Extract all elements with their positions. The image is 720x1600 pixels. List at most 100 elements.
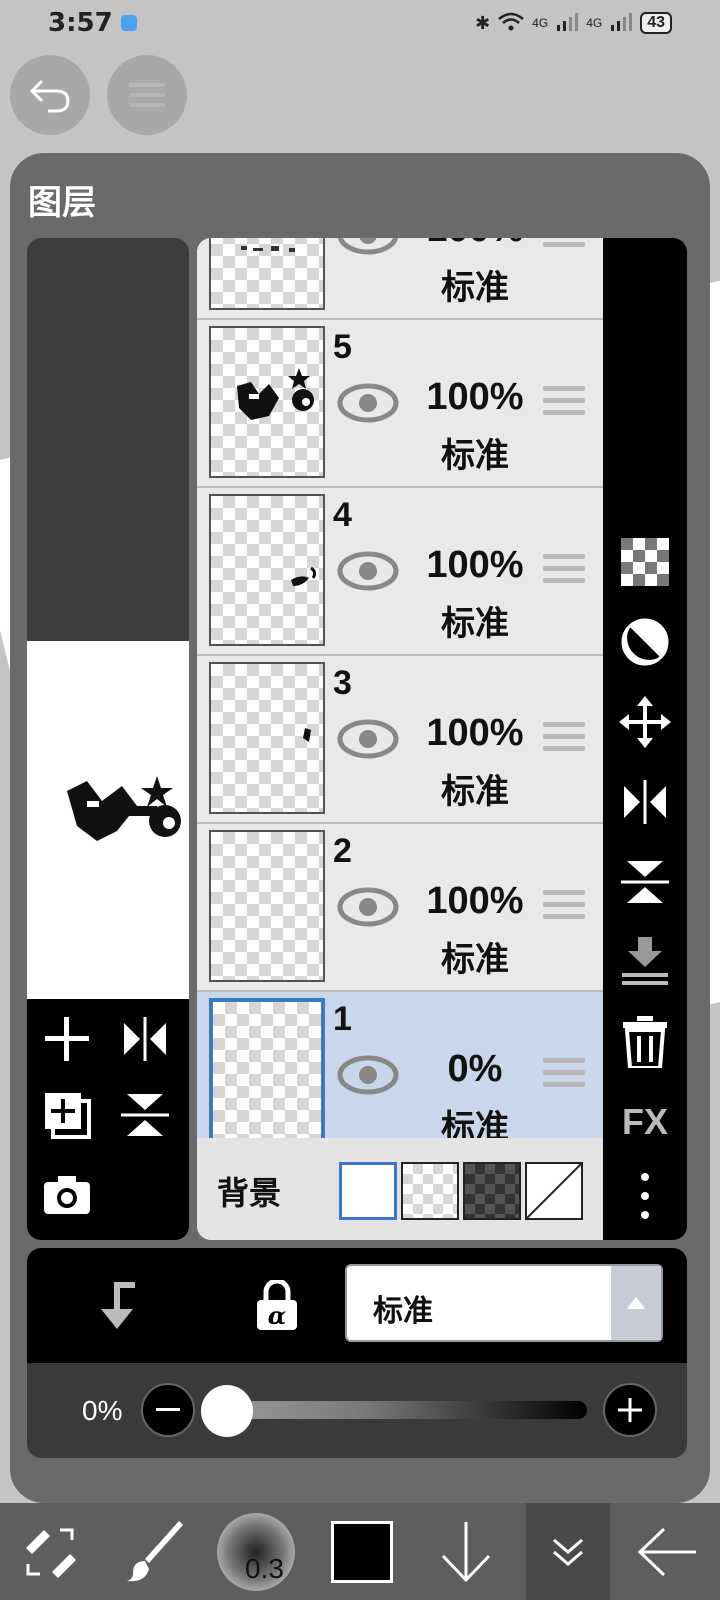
- menu-button[interactable]: [107, 55, 187, 135]
- alpha-lock-button[interactable]: α: [237, 1266, 317, 1346]
- color-picker-button[interactable]: [312, 1503, 412, 1600]
- canvas-preview-column: [27, 238, 189, 1240]
- brush-icon: [127, 1520, 183, 1581]
- layer-row[interactable]: 100% 标准: [197, 238, 603, 320]
- layer-list[interactable]: 100% 标准 5 100% 标准 4 100% 标准: [197, 238, 603, 1240]
- dropdown-arrow-icon[interactable]: [611, 1266, 661, 1340]
- status-indicators: ✱ 4G 4G 43: [475, 12, 672, 35]
- background-white-option[interactable]: [339, 1162, 397, 1220]
- visibility-eye-icon[interactable]: [337, 238, 399, 266]
- adjust-button[interactable]: [613, 610, 677, 674]
- layer-row[interactable]: 2 100% 标准: [197, 824, 603, 992]
- plus-icon: [618, 1398, 642, 1422]
- visibility-eye-icon[interactable]: [337, 540, 399, 602]
- flip-horizontal-button[interactable]: [115, 1009, 175, 1069]
- layer-thumbnail: [209, 326, 325, 478]
- fx-button[interactable]: FX: [613, 1090, 677, 1154]
- drag-handle-icon[interactable]: [543, 722, 585, 756]
- blend-mode-value: 标准: [373, 1294, 433, 1329]
- drag-handle-icon[interactable]: [543, 386, 585, 420]
- blend-mode-select[interactable]: 标准: [345, 1264, 663, 1342]
- camera-button[interactable]: [37, 1165, 97, 1225]
- opacity-slider-bar: 0%: [27, 1363, 687, 1458]
- network-type-1: 4G: [532, 16, 549, 30]
- layer-blend-mode: 标准: [441, 268, 509, 308]
- add-layer-button[interactable]: [37, 1009, 97, 1069]
- layer-row[interactable]: 4 100% 标准: [197, 488, 603, 656]
- status-time: 3:57: [48, 8, 113, 38]
- move-button[interactable]: [613, 690, 677, 754]
- visibility-eye-icon[interactable]: [337, 372, 399, 434]
- layer-thumbnail: [209, 830, 325, 982]
- artwork-thumbnail: [67, 776, 181, 841]
- canvas-preview[interactable]: [27, 641, 189, 999]
- brush-size-button[interactable]: 0.3: [206, 1503, 306, 1600]
- layers-panel: 图层 标准 5 100% 标准 4 100% 标准 3 100% 标准 2 10…: [10, 153, 710, 1503]
- visibility-eye-icon[interactable]: [337, 708, 399, 770]
- swap-tool-button[interactable]: [0, 1503, 100, 1600]
- layer-blend-mode: 标准: [441, 940, 509, 980]
- trash-icon: [623, 1016, 667, 1068]
- flip-horizontal-layer-button[interactable]: [613, 770, 677, 834]
- opacity-slider-track[interactable]: [227, 1401, 587, 1419]
- layer-number: 4: [333, 496, 352, 534]
- background-checker-dark-option[interactable]: [463, 1162, 521, 1220]
- flip-vertical-layer-button[interactable]: [613, 850, 677, 914]
- clipping-button[interactable]: [77, 1268, 157, 1344]
- background-none-option[interactable]: [525, 1162, 583, 1220]
- layer-opacity: 100%: [426, 376, 524, 418]
- merge-down-button[interactable]: [613, 930, 677, 994]
- brush-eraser-swap-icon: [26, 1528, 76, 1578]
- layer-opacity: 100%: [426, 544, 524, 586]
- battery-indicator: 43: [640, 12, 672, 34]
- drag-handle-icon[interactable]: [543, 1058, 585, 1092]
- plus-icon: [45, 1017, 89, 1061]
- duplicate-layer-button[interactable]: [37, 1085, 97, 1145]
- layer-row[interactable]: 3 100% 标准: [197, 656, 603, 824]
- back-button[interactable]: [614, 1503, 720, 1600]
- cloud-icon: [120, 15, 137, 31]
- move-down-button[interactable]: [416, 1503, 516, 1600]
- opacity-increase-button[interactable]: [603, 1383, 657, 1437]
- visibility-eye-icon[interactable]: [337, 1044, 399, 1106]
- layer-thumbnail: [209, 998, 325, 1150]
- drag-handle-icon[interactable]: [543, 890, 585, 924]
- delete-layer-button[interactable]: [613, 1010, 677, 1074]
- background-row: 背景: [197, 1138, 603, 1240]
- flip-vertical-icon: [121, 1094, 169, 1136]
- lock-alpha-icon: α: [257, 1280, 297, 1330]
- bottom-toolbar: 0.3: [0, 1503, 720, 1600]
- panel-title: 图层: [28, 183, 96, 223]
- flip-horizontal-icon: [624, 780, 666, 824]
- undo-button[interactable]: [10, 55, 90, 135]
- signal-icon-2: [610, 12, 633, 34]
- wifi-icon: [498, 12, 524, 35]
- layer-blend-mode: 标准: [441, 436, 509, 476]
- brush-tool-button[interactable]: [106, 1503, 206, 1600]
- layers-toggle-button[interactable]: [526, 1503, 610, 1600]
- opacity-decrease-button[interactable]: [141, 1383, 195, 1437]
- layer-row[interactable]: 5 100% 标准: [197, 320, 603, 488]
- drag-handle-icon[interactable]: [543, 554, 585, 588]
- background-checker-light-option[interactable]: [401, 1162, 459, 1220]
- drag-handle-icon[interactable]: [543, 238, 585, 252]
- current-color-swatch: [331, 1520, 393, 1583]
- layer-number: 5: [333, 328, 352, 366]
- layer-number: 3: [333, 664, 352, 702]
- opacity-slider-knob[interactable]: [201, 1385, 253, 1437]
- arrow-down-icon: [441, 1521, 491, 1582]
- duplicate-icon: [45, 1093, 91, 1139]
- visibility-eye-icon[interactable]: [337, 876, 399, 938]
- flip-horizontal-icon: [124, 1017, 166, 1061]
- undo-icon: [29, 79, 70, 113]
- flip-vertical-button[interactable]: [115, 1085, 175, 1145]
- layer-row-selected[interactable]: 1 0% 标准: [197, 992, 603, 1160]
- more-options-button[interactable]: [613, 1164, 677, 1228]
- transparency-lock-button[interactable]: [613, 530, 677, 594]
- contrast-icon: [621, 618, 669, 666]
- svg-text:α: α: [268, 1301, 286, 1330]
- layer-tools-column: FX: [603, 238, 687, 1240]
- arrow-left-icon: [637, 1527, 696, 1576]
- network-type-2: 4G: [586, 16, 603, 30]
- more-icon: [641, 1173, 649, 1219]
